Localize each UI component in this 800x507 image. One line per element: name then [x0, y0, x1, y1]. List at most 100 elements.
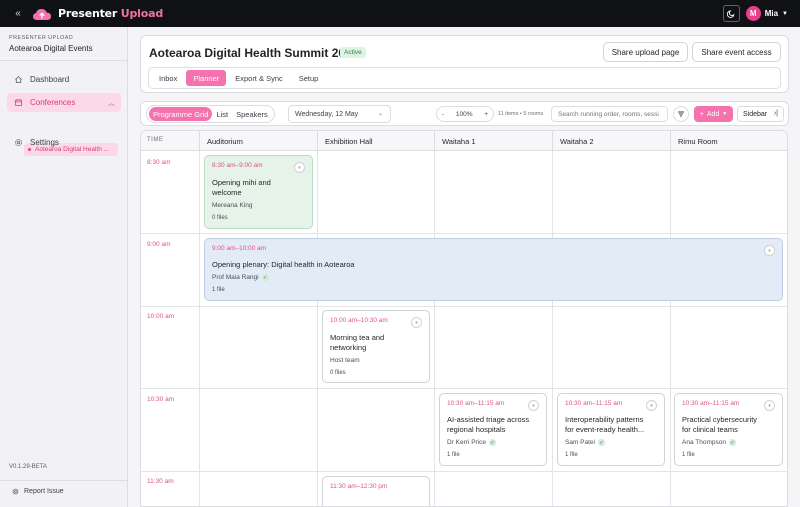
- divider: [0, 480, 127, 481]
- session-speaker: Prof Maia Rangi ✓: [212, 274, 269, 281]
- session-time: 9:00 am–10:00 am: [212, 245, 267, 252]
- time-label: 9:00 am: [147, 241, 171, 248]
- session-speaker: Ana Thompson ✓: [682, 439, 736, 446]
- zoom-in-button[interactable]: +: [484, 111, 488, 118]
- sidebar-item-label: Dashboard: [30, 75, 70, 84]
- time-label: 10:30 am: [147, 396, 175, 403]
- status-badge: Active: [340, 47, 366, 58]
- report-issue-label: Report Issue: [24, 488, 64, 495]
- org-caption: PRESENTER UPLOAD: [9, 35, 74, 41]
- tab-inbox[interactable]: Inbox: [152, 70, 184, 86]
- sidebar-toggle-label: Sidebar: [743, 110, 768, 118]
- org-name[interactable]: Aotearoa Digital Events: [9, 44, 93, 53]
- session-card[interactable]: 8:30 am–9:00 am ⏸ Opening mihi and welco…: [204, 155, 313, 229]
- check-icon: ✓: [728, 439, 736, 446]
- session-speaker: Dr Kerri Price ✓: [447, 439, 497, 446]
- share-event-access-button[interactable]: Share event access: [692, 42, 781, 62]
- grid-line: [552, 151, 553, 506]
- grid-header: TIME Auditorium Exhibition Hall Waitaha …: [141, 131, 787, 151]
- room-header-exhibition-hall: Exhibition Hall: [317, 131, 434, 151]
- add-button-label: Add: [706, 110, 720, 118]
- tab-setup[interactable]: Setup: [292, 70, 326, 86]
- sidebar-item-label: Settings: [30, 138, 59, 147]
- speaker-name: Prof Maia Rangi: [212, 274, 259, 281]
- filter-button[interactable]: [673, 106, 689, 122]
- chevron-down-icon: ▼: [722, 111, 728, 117]
- view-toggle: Programme Grid List Speakers: [146, 105, 275, 123]
- session-file-count: 1 file: [682, 452, 695, 458]
- session-card[interactable]: 10:30 am–11:15 am ⏸ Practical cybersecur…: [674, 393, 783, 466]
- session-time: 10:30 am–11:15 am: [682, 400, 740, 407]
- session-title: Opening mihi and: [212, 178, 271, 187]
- theme-toggle-button[interactable]: [722, 5, 740, 22]
- session-title: Interoperability patterns: [565, 415, 644, 424]
- view-speakers[interactable]: Speakers: [232, 107, 272, 121]
- grid-line: [199, 151, 200, 506]
- drag-handle-icon[interactable]: ⏸: [528, 400, 539, 411]
- drag-handle-icon[interactable]: ⏸: [764, 245, 775, 256]
- add-button[interactable]: + Add ▼: [694, 106, 733, 122]
- tab-planner[interactable]: Planner: [186, 70, 227, 86]
- sidebar-item-dashboard[interactable]: Dashboard: [7, 70, 121, 89]
- gear-icon: [15, 139, 22, 146]
- brand-name: Presenter Upload: [58, 7, 164, 20]
- gear-icon: [12, 488, 19, 495]
- panel-icon: ›|: [773, 110, 778, 117]
- speaker-name: Host team: [330, 357, 360, 364]
- app-version: V0.1.29-BETA: [9, 464, 47, 470]
- drag-handle-icon[interactable]: ⏸: [294, 162, 305, 173]
- drag-handle-icon[interactable]: ⏸: [411, 317, 422, 328]
- session-card[interactable]: 11:30 am–12:30 pm: [322, 476, 430, 506]
- sidebar: PRESENTER UPLOAD Aotearoa Digital Events…: [0, 27, 128, 507]
- session-title: AI-assisted triage across: [447, 415, 530, 424]
- chevron-up-icon[interactable]: ︿: [108, 98, 115, 108]
- collapse-sidebar-icon[interactable]: «: [11, 7, 25, 21]
- session-speaker: Sam Patel ✓: [565, 439, 605, 446]
- session-file-count: 0 files: [212, 215, 228, 221]
- drag-handle-icon[interactable]: ⏸: [764, 400, 775, 411]
- check-icon: ✓: [261, 274, 269, 281]
- date-select[interactable]: Wednesday, 12 May ⌄: [288, 105, 391, 123]
- item-room-count: 11 items • 5 rooms: [498, 111, 544, 117]
- session-card[interactable]: 9:00 am–10:00 am ⏸ Opening plenary: Digi…: [204, 238, 783, 301]
- session-file-count: 1 file: [565, 452, 578, 458]
- tab-export-sync[interactable]: Export & Sync: [228, 70, 290, 86]
- sidebar-toggle-button[interactable]: Sidebar ›|: [737, 106, 784, 122]
- tab-bar: Inbox Planner Export & Sync Setup: [148, 67, 781, 89]
- session-time: 10:00 am–10:30 am: [330, 317, 388, 324]
- speaker-name: Mereana King: [212, 202, 253, 209]
- sidebar-item-conferences[interactable]: Conferences ︿: [7, 93, 121, 112]
- share-upload-page-button[interactable]: Share upload page: [603, 42, 688, 62]
- page-title: Aotearoa Digital Health Summit 2027: [149, 46, 359, 60]
- grid-line: [141, 233, 787, 234]
- view-programme-grid[interactable]: Programme Grid: [149, 107, 213, 121]
- room-header-waitaha-2: Waitaha 2: [552, 131, 670, 151]
- user-name[interactable]: Mia: [765, 9, 778, 18]
- session-card[interactable]: 10:30 am–11:15 am ⏸ Interoperability pat…: [557, 393, 665, 466]
- check-icon: ✓: [598, 439, 605, 446]
- view-list[interactable]: List: [212, 107, 232, 121]
- time-label: 10:00 am: [147, 313, 175, 320]
- session-card[interactable]: 10:00 am–10:30 am ⏸ Morning tea and netw…: [322, 310, 430, 383]
- programme-grid: TIME Auditorium Exhibition Hall Waitaha …: [140, 130, 788, 507]
- session-file-count: 1 file: [447, 452, 460, 458]
- search-input[interactable]: [551, 106, 668, 122]
- sidebar-item-settings[interactable]: Settings: [7, 133, 121, 152]
- drag-handle-icon[interactable]: ⏸: [646, 400, 657, 411]
- plus-icon: +: [699, 110, 704, 118]
- session-title: Morning tea and: [330, 333, 385, 342]
- calendar-icon: [14, 99, 23, 107]
- grid-line: [141, 388, 787, 389]
- speaker-name: Ana Thompson: [682, 439, 726, 446]
- speaker-name: Sam Patel: [565, 439, 595, 446]
- session-title: for clinical teams: [682, 425, 738, 434]
- divider: [0, 60, 127, 61]
- grid-line: [141, 471, 787, 472]
- chevron-down-icon[interactable]: ▼: [782, 11, 788, 17]
- report-issue-link[interactable]: Report Issue: [12, 488, 64, 495]
- session-card[interactable]: 10:30 am–11:15 am ⏸ AI-assisted triage a…: [439, 393, 547, 466]
- time-label: 8:30 am: [147, 159, 171, 166]
- zoom-out-button[interactable]: -: [442, 111, 444, 118]
- avatar[interactable]: M: [745, 6, 761, 21]
- session-file-count: 0 files: [330, 370, 346, 376]
